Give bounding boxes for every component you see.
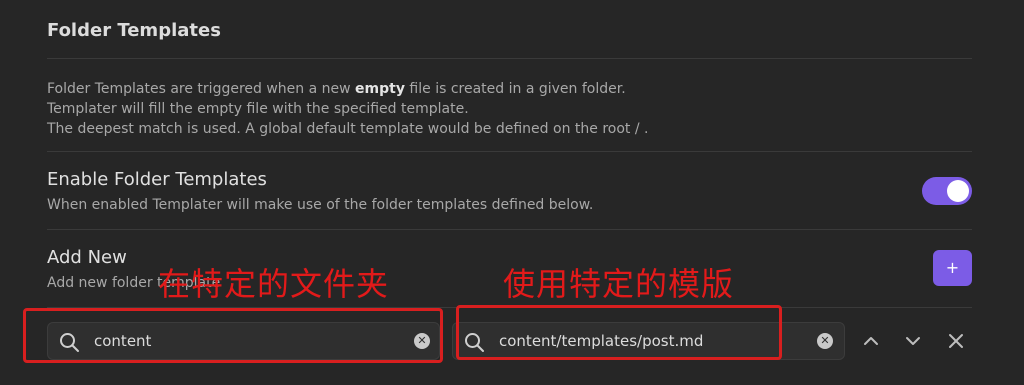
description-line-1: Folder Templates are triggered when a ne… [47,81,626,97]
add-folder-template-button[interactable]: + [933,250,972,286]
toggle-knob [947,180,969,202]
clear-icon[interactable]: ✕ [817,333,833,349]
divider [47,229,972,230]
description-line-3: The deepest match is used. A global defa… [47,121,649,137]
close-icon[interactable] [946,330,966,352]
arrow-down-icon[interactable] [903,330,923,352]
divider [47,151,972,152]
template-annotation-label: 使用特定的模版 [503,265,735,303]
enable-folder-templates-label: Enable Folder Templates [47,169,267,190]
folder-annotation-label: 在特定的文件夹 [158,265,390,303]
add-new-label: Add New [47,247,127,268]
section-description: Folder Templates are triggered when a ne… [47,79,648,139]
folder-templates-settings: Folder Templates Folder Templates are tr… [0,0,1024,385]
arrow-up-icon[interactable] [861,330,881,352]
divider [47,58,972,59]
folder-annotation-box [23,308,443,363]
description-line-2: Templater will fill the empty file with … [47,101,469,117]
enable-folder-templates-toggle[interactable] [922,177,972,205]
template-annotation-box [456,305,782,360]
section-title: Folder Templates [47,20,221,41]
enable-folder-templates-desc: When enabled Templater will make use of … [47,197,594,213]
